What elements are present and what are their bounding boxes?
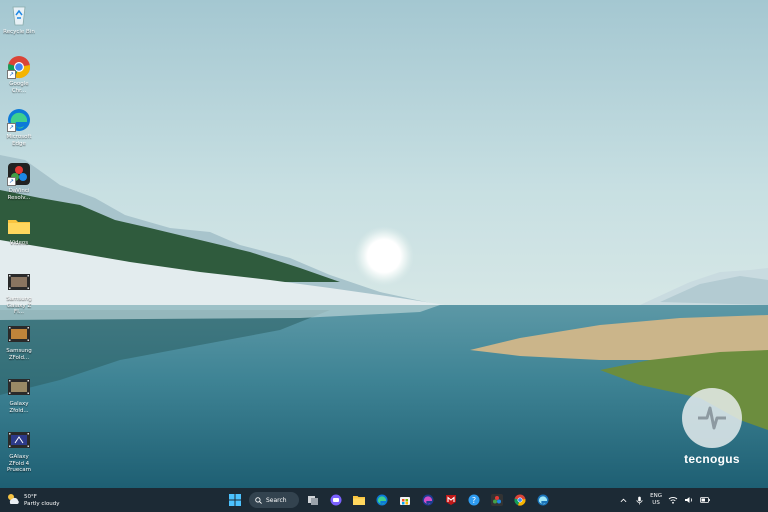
video-file-icon <box>7 270 31 294</box>
desktop-icon-video-4[interactable]: GAlaxy ZFold 4 Pruecam <box>2 428 36 474</box>
weather-widget[interactable]: 50°F Partly cloudy <box>6 491 60 510</box>
tecnogus-watermark: tecnogus <box>680 388 744 466</box>
search-icon <box>255 496 262 504</box>
mcafee-icon <box>446 495 456 505</box>
desktop-icon-google-chrome[interactable]: ↗ Google Chr... <box>2 55 36 94</box>
desktop-icon-microsoft-edge[interactable]: ↗ Microsoft Edge <box>2 108 36 147</box>
search-label: Search <box>266 496 287 504</box>
network-button[interactable] <box>668 495 678 505</box>
file-explorer-button[interactable] <box>350 491 368 509</box>
search-button[interactable]: Search <box>249 492 299 508</box>
davinci-button[interactable] <box>488 491 506 509</box>
video-file-icon <box>7 322 31 346</box>
shortcut-arrow-icon: ↗ <box>7 123 16 132</box>
folder-icon <box>7 214 31 238</box>
desktop-icon-label: Samsung ZFold... <box>6 348 32 361</box>
chrome-icon <box>514 494 526 506</box>
chat-icon <box>330 494 342 506</box>
chat-button[interactable] <box>327 491 345 509</box>
battery-icon <box>700 497 710 503</box>
show-hidden-icons-button[interactable] <box>618 495 628 505</box>
desktop-icon-video-3[interactable]: Galaxy Zfold... <box>2 375 36 414</box>
desktop-icon-video-2[interactable]: Samsung ZFold... <box>2 322 36 361</box>
edge-beta-icon <box>537 494 549 506</box>
edge-icon <box>376 494 388 506</box>
desktop-icon-label: GAlaxy ZFold 4 Pruecam <box>6 454 32 473</box>
task-view-button[interactable] <box>304 491 322 509</box>
keyboard-layout-code: US <box>652 500 660 506</box>
microphone-icon <box>636 496 643 504</box>
windows-start-icon <box>229 494 241 506</box>
desktop-icon-recycle-bin[interactable]: Recycle Bin <box>2 3 36 36</box>
davinci-resolve-icon <box>491 494 503 506</box>
desktop-icon-label: Galaxy Zfold... <box>9 401 29 414</box>
mcafee-button[interactable] <box>442 491 460 509</box>
store-icon <box>400 497 410 505</box>
taskbar: 50°F Partly cloudy Search ? ENG US <box>0 488 768 512</box>
desktop-icon-label: Samsung Galaxy Z Fl... <box>6 296 32 315</box>
svg-text:?: ? <box>472 496 476 505</box>
partly-cloudy-icon <box>6 491 20 510</box>
desktop-icon-videos-folder[interactable]: Videos <box>2 214 36 247</box>
microphone-button[interactable] <box>634 495 644 505</box>
desktop-icon-label: Videos <box>9 240 29 246</box>
help-icon: ? <box>468 494 480 506</box>
desktop-icon-video-1[interactable]: Samsung Galaxy Z Fl... <box>2 270 36 316</box>
edge-beta-button[interactable] <box>534 491 552 509</box>
video-file-icon <box>7 428 31 452</box>
edge-dev-button[interactable] <box>419 491 437 509</box>
chrome-button[interactable] <box>511 491 529 509</box>
volume-icon <box>685 497 693 503</box>
battery-button[interactable] <box>700 495 710 505</box>
wifi-icon <box>668 497 678 504</box>
edge-icon: ↗ <box>7 108 31 132</box>
edge-button[interactable] <box>373 491 391 509</box>
shortcut-arrow-icon: ↗ <box>7 177 16 186</box>
weather-condition: Partly cloudy <box>24 500 60 507</box>
watermark-text: tecnogus <box>684 452 740 466</box>
taskbar-pinned-apps: Search ? <box>226 490 552 510</box>
desktop-icon-label: Microsoft Edge <box>6 134 32 147</box>
shortcut-arrow-icon: ↗ <box>7 70 16 79</box>
system-tray: ENG US <box>618 491 710 509</box>
desktop-icon-davinci-resolve[interactable]: ↗ DaVinci Resolv... <box>2 162 36 201</box>
volume-button[interactable] <box>684 495 694 505</box>
task-view-icon <box>308 496 318 505</box>
folder-icon <box>353 496 365 505</box>
input-language-indicator[interactable]: ENG US <box>650 493 662 507</box>
language-code: ENG <box>650 493 662 499</box>
edge-dev-icon <box>422 494 434 506</box>
davinci-resolve-icon: ↗ <box>7 162 31 186</box>
tecnogus-logo-icon <box>682 388 742 448</box>
weather-temperature: 50°F <box>24 493 37 500</box>
desktop-icon-label: Recycle Bin <box>3 29 35 35</box>
desktop-icon-label: Google Chr... <box>9 81 29 94</box>
desktop-icon-label: DaVinci Resolv... <box>7 188 31 201</box>
start-button[interactable] <box>226 491 244 509</box>
video-file-icon <box>7 375 31 399</box>
store-button[interactable] <box>396 491 414 509</box>
chevron-up-icon <box>620 498 627 502</box>
desktop-wallpaper <box>0 0 768 488</box>
chrome-icon: ↗ <box>7 55 31 79</box>
recycle-bin-icon <box>7 3 31 27</box>
help-button[interactable]: ? <box>465 491 483 509</box>
